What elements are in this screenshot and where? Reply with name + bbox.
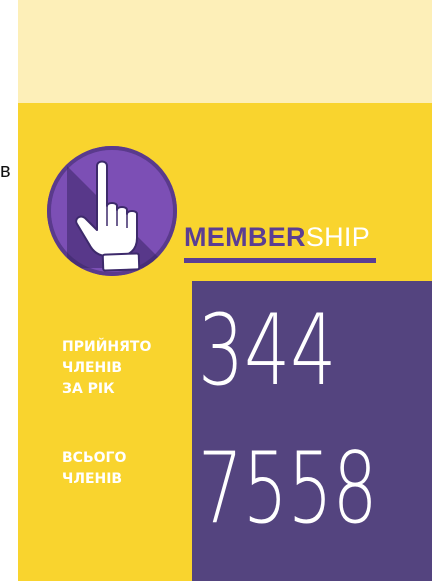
brand-bold-part: MEMBER — [184, 222, 306, 252]
cut-off-text: в — [0, 160, 11, 182]
infographic-page: в MEMBERSHIP ПРИЙНЯТО ЧЛЕНІВ ЗА РІК ВСЬО… — [0, 0, 432, 581]
brand-underline — [184, 258, 376, 263]
stat-label-accepted: ПРИЙНЯТО ЧЛЕНІВ ЗА РІК — [62, 337, 151, 400]
stat-label-line: ЗА РІК — [62, 381, 115, 397]
top-banner — [18, 0, 432, 103]
stat-label-total: ВСЬОГО ЧЛЕНІВ — [62, 448, 126, 490]
membership-logo-text: MEMBERSHIP — [184, 224, 370, 251]
brand-light-part: SHIP — [305, 222, 371, 252]
hand-pointer-icon — [47, 146, 177, 276]
stat-label-line: ВСЬОГО — [62, 450, 127, 466]
stat-label-line: ЧЛЕНІВ — [62, 471, 123, 487]
hand-pointer-graphic — [51, 150, 173, 272]
stat-value-total: 7558 — [198, 432, 378, 546]
stat-label-line: ПРИЙНЯТО — [62, 339, 152, 355]
stat-label-line: ЧЛЕНІВ — [62, 360, 123, 376]
stat-value-accepted: 344 — [198, 294, 337, 408]
